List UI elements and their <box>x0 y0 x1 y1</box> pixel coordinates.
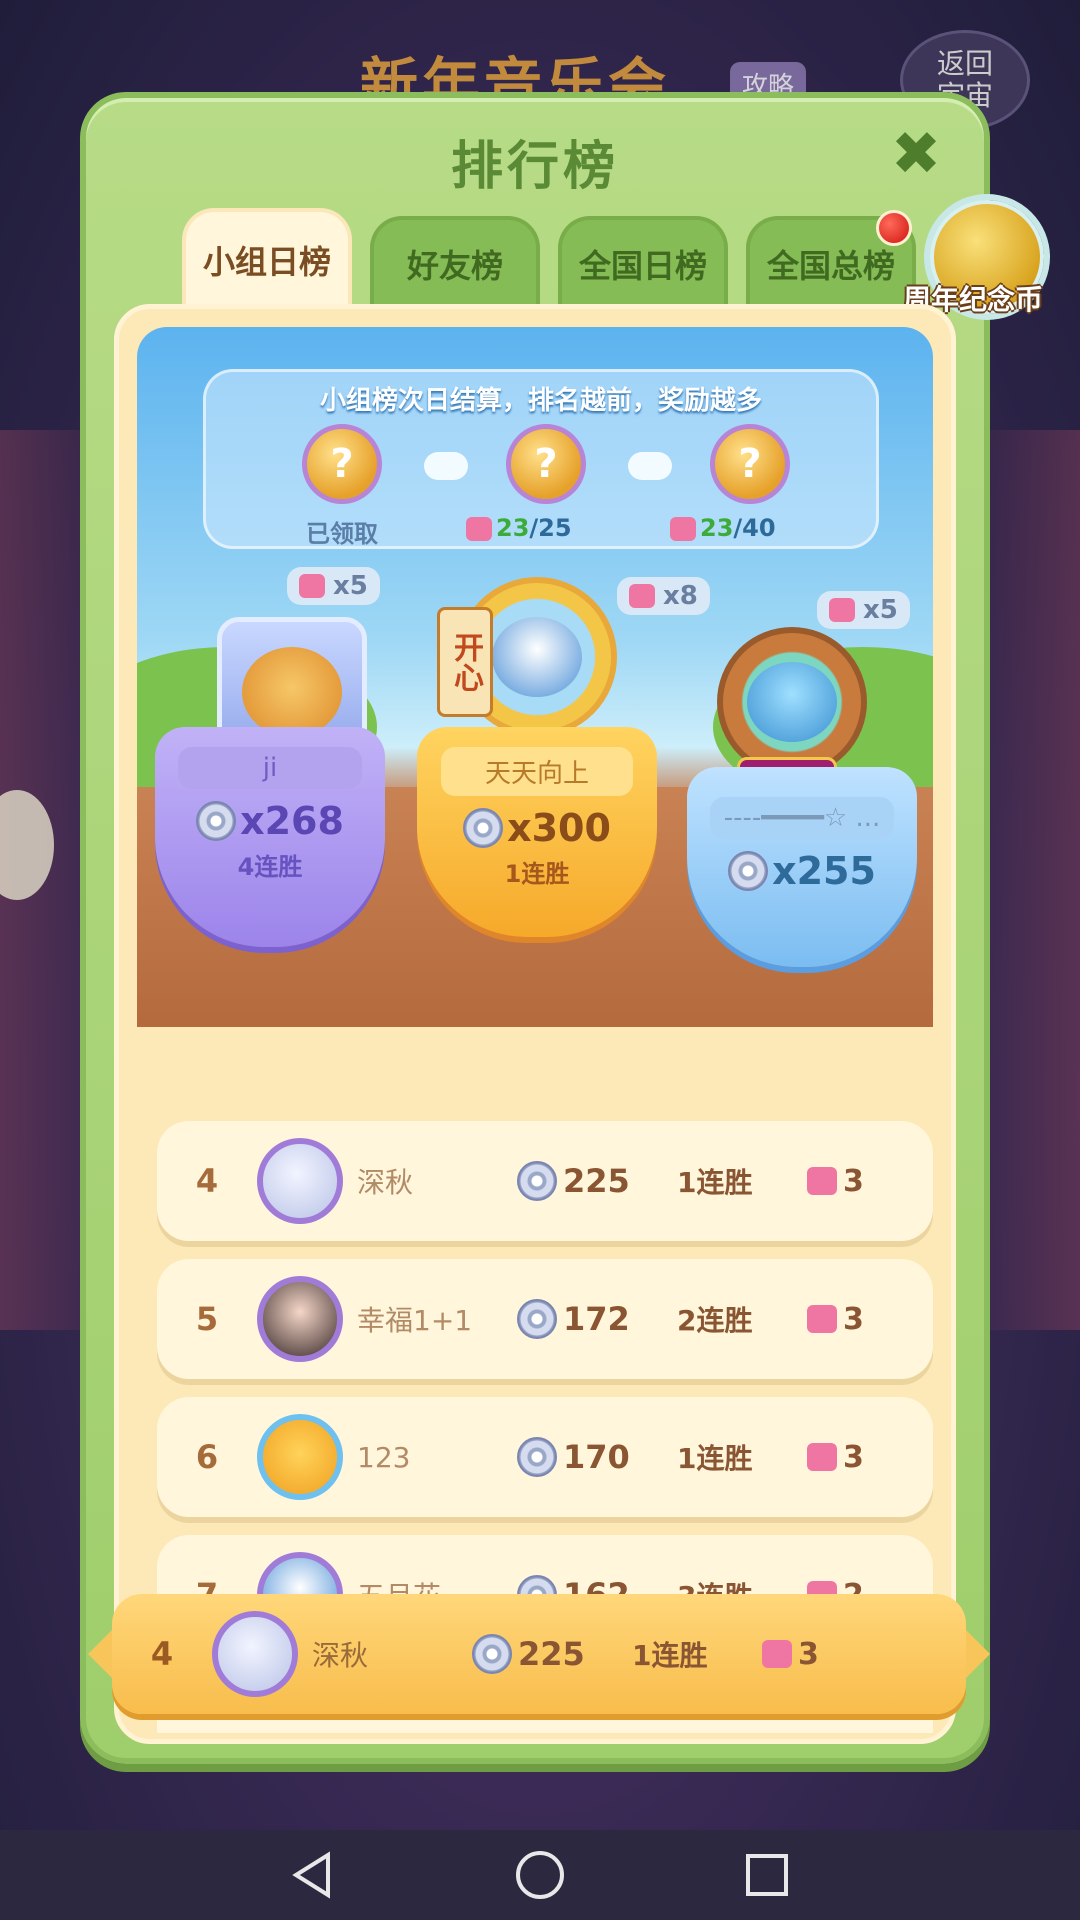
podium-scene: 小组榜次日结算，排名越前，奖励越多 ? ? ? 已领取 23/25 23/40 … <box>137 327 933 1027</box>
third-score: x255 <box>728 849 876 893</box>
table-row[interactable]: 6 123 170 1连胜 3 <box>157 1397 933 1517</box>
first-place-shield: 天天向上 x300 1连胜 <box>417 727 657 937</box>
first-ticket-bubble: x8 <box>617 577 710 615</box>
second-name: ji <box>178 747 362 789</box>
second-score: x268 <box>196 799 344 843</box>
first-name: 天天向上 <box>441 747 633 796</box>
row-tickets: 3 <box>807 1440 897 1475</box>
my-name: 深秋 <box>312 1639 369 1672</box>
my-streak: 1连胜 <box>632 1639 708 1672</box>
row-rank: 5 <box>195 1300 219 1338</box>
disc-icon <box>463 808 504 848</box>
recents-nav-button[interactable] <box>737 1845 797 1905</box>
disc-icon <box>728 851 769 891</box>
third-ticket-bubble: x5 <box>817 591 910 629</box>
cow-avatar-icon <box>242 647 342 737</box>
home-circle-icon <box>515 1851 564 1899</box>
reward-3-progress: 23/40 <box>670 514 776 542</box>
ticket-icon <box>670 517 696 541</box>
disc-icon <box>517 1299 557 1339</box>
notification-dot <box>876 210 912 246</box>
second-place-shield: ji x268 4连胜 <box>155 727 385 947</box>
table-row[interactable]: 5 幸福1+1 172 2连胜 3 <box>157 1259 933 1379</box>
reward-2-progress: 23/25 <box>466 514 572 542</box>
row-streak: 2连胜 <box>677 1304 753 1337</box>
first-streak: 1连胜 <box>504 860 570 888</box>
row-rank: 6 <box>195 1438 219 1476</box>
reward-1-caption: 已领取 <box>306 520 378 548</box>
row-score: 170 <box>517 1437 677 1477</box>
row-tickets: 3 <box>807 1302 897 1337</box>
row-streak: 1连胜 <box>677 1442 753 1475</box>
tab-friends[interactable]: 好友榜 <box>370 216 540 308</box>
happy-badge: 开心 <box>437 607 493 717</box>
third-avatar[interactable] <box>717 627 867 777</box>
ticket-icon <box>807 1443 837 1471</box>
tab-national-daily[interactable]: 全国日榜 <box>558 216 728 308</box>
my-rank-row[interactable]: 4 深秋 225 1连胜 3 <box>88 1594 990 1714</box>
disc-icon <box>517 1437 557 1477</box>
modal-title: 排行榜 <box>450 137 619 197</box>
cat-avatar-icon <box>747 662 837 742</box>
disc-icon <box>196 801 237 841</box>
row-score: 225 <box>517 1161 677 1201</box>
reward-chest-3-icon[interactable]: ? <box>710 424 790 504</box>
system-nav-bar <box>0 1830 1080 1920</box>
leaderboard-modal: 排行榜 ✖ 小组日榜 好友榜 全国日榜 全国总榜 周年纪念币 小组榜次日结算，排… <box>80 92 1044 1764</box>
second-streak: 4连胜 <box>237 853 303 881</box>
back-triangle-icon <box>292 1851 331 1899</box>
first-score: x300 <box>463 806 611 850</box>
ticket-icon <box>299 574 325 598</box>
ticket-icon <box>762 1640 792 1668</box>
ranking-panel: 小组榜次日结算，排名越前，奖励越多 ? ? ? 已领取 23/25 23/40 … <box>114 304 956 1744</box>
tab-group-daily[interactable]: 小组日榜 <box>182 208 352 308</box>
reward-progress-box: 小组榜次日结算，排名越前，奖励越多 ? ? ? 已领取 23/25 23/40 <box>203 369 879 549</box>
my-tickets: 3 <box>762 1637 852 1672</box>
ticket-icon <box>807 1167 837 1195</box>
penguin-avatar-icon <box>492 617 582 697</box>
ticket-icon <box>466 517 492 541</box>
my-score: 225 <box>472 1634 632 1674</box>
recents-square-icon <box>745 1854 788 1896</box>
row-rank: 4 <box>195 1162 219 1200</box>
ticket-icon <box>829 598 855 622</box>
tab-bar: 小组日榜 好友榜 全国日榜 全国总榜 <box>182 208 926 308</box>
row-score: 172 <box>517 1299 677 1339</box>
table-row[interactable]: 4 深秋 225 1连胜 3 <box>157 1121 933 1241</box>
avatar <box>257 1276 343 1362</box>
row-name: 幸福1+1 <box>357 1304 473 1337</box>
close-icon[interactable]: ✖ <box>888 124 944 184</box>
second-ticket-bubble: x5 <box>287 567 380 605</box>
arrow-right-icon <box>424 452 468 480</box>
disc-icon <box>472 1634 512 1674</box>
back-nav-button[interactable] <box>283 1845 343 1905</box>
my-avatar <box>212 1611 298 1697</box>
my-rank: 4 <box>150 1635 174 1673</box>
arrow-right-icon <box>628 452 672 480</box>
row-name: 123 <box>357 1440 411 1474</box>
third-name: ----━━━━☆ ... <box>710 797 894 839</box>
reward-title: 小组榜次日结算，排名越前，奖励越多 <box>319 386 762 416</box>
avatar <box>257 1414 343 1500</box>
row-name: 深秋 <box>357 1166 414 1199</box>
avatar <box>257 1138 343 1224</box>
ticket-icon <box>629 584 655 608</box>
reward-chest-1-icon[interactable]: ? <box>302 424 382 504</box>
row-streak: 1连胜 <box>677 1166 753 1199</box>
ticket-icon <box>807 1305 837 1333</box>
row-tickets: 3 <box>807 1164 897 1199</box>
reward-chest-2-icon[interactable]: ? <box>506 424 586 504</box>
home-nav-button[interactable] <box>510 1845 570 1905</box>
disc-icon <box>517 1161 557 1201</box>
